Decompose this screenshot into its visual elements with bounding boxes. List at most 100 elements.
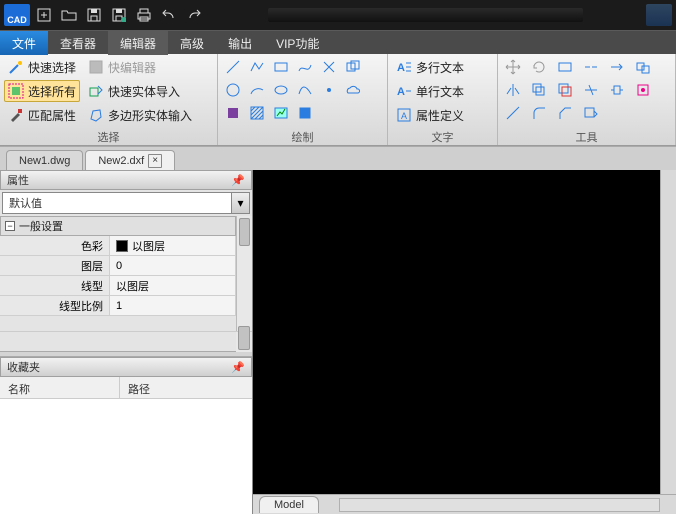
properties-title: 属性 xyxy=(7,172,29,188)
block-icon[interactable] xyxy=(294,102,316,124)
new-icon[interactable] xyxy=(33,4,55,26)
stretch-icon[interactable] xyxy=(606,79,628,101)
properties-scrollbar[interactable] xyxy=(236,216,252,331)
singletext-button[interactable]: A单行文本 xyxy=(392,80,493,102)
match-prop-button[interactable]: 匹配属性 xyxy=(4,104,80,126)
menu-editor[interactable]: 编辑器 xyxy=(108,31,168,55)
donut-icon[interactable] xyxy=(222,102,244,124)
modelspace-tab[interactable]: Model xyxy=(259,496,319,513)
prop-value[interactable]: 以图层 xyxy=(110,236,236,256)
print-icon[interactable] xyxy=(133,4,155,26)
chevron-down-icon[interactable]: ▾ xyxy=(231,193,249,213)
chamfer-icon[interactable] xyxy=(554,102,576,124)
quick-entity-import-label: 快速实体导入 xyxy=(108,83,180,100)
canvas-scrollbar-vertical[interactable] xyxy=(660,170,676,494)
attr-icon: A xyxy=(396,107,412,123)
extend-icon[interactable] xyxy=(606,56,628,78)
mtext-button[interactable]: A 多行文本 xyxy=(392,56,493,78)
attrdef-label: 属性定义 xyxy=(416,107,464,124)
favorites-columns: 名称 路径 xyxy=(0,377,252,399)
redo-icon[interactable] xyxy=(183,4,205,26)
quick-select-button[interactable]: 快速选择 xyxy=(4,56,80,78)
undo-icon[interactable] xyxy=(158,4,180,26)
pin-icon[interactable]: 📌 xyxy=(231,361,245,374)
select-all-label: 选择所有 xyxy=(28,83,76,100)
property-category-label: 一般设置 xyxy=(19,218,63,234)
ribbon-group-draw-label: 绘制 xyxy=(222,129,383,145)
arc-icon[interactable] xyxy=(246,79,268,101)
ribbon-group-tools-label: 工具 xyxy=(502,129,671,145)
cloud-icon[interactable] xyxy=(342,79,364,101)
group-icon[interactable] xyxy=(632,56,654,78)
saveas-icon[interactable] xyxy=(108,4,130,26)
hatch-icon[interactable] xyxy=(246,102,268,124)
property-category[interactable]: − 一般设置 xyxy=(0,216,236,236)
prop-value[interactable]: 1 xyxy=(110,296,236,316)
doc-tab-label: New1.dwg xyxy=(19,155,70,167)
close-icon[interactable]: × xyxy=(148,154,162,168)
menu-viewer[interactable]: 查看器 xyxy=(48,31,108,55)
rect-icon[interactable] xyxy=(270,56,292,78)
pin-icon[interactable]: 📌 xyxy=(231,174,245,187)
prop-value[interactable]: 0 xyxy=(110,256,236,276)
doc-tab[interactable]: New1.dwg xyxy=(6,150,83,170)
collapse-icon[interactable]: − xyxy=(5,221,15,231)
prop-value[interactable]: 以图层 xyxy=(110,276,236,296)
favorites-list xyxy=(0,399,252,514)
quick-select-label: 快速选择 xyxy=(28,59,76,76)
ribbon-group-text: A多行文本 A单行文本 A属性定义 文字 xyxy=(388,54,498,145)
line-2-icon[interactable] xyxy=(502,102,524,124)
polyline-icon[interactable] xyxy=(246,56,268,78)
singletext-label: 单行文本 xyxy=(416,83,464,100)
doc-tab[interactable]: New2.dxf× xyxy=(85,150,175,170)
rect-tool-icon[interactable] xyxy=(554,56,576,78)
menu-vip[interactable]: VIP功能 xyxy=(264,31,331,55)
ribbon-group-select-label: 选择 xyxy=(4,129,213,145)
ribbon-group-tools: 工具 xyxy=(498,54,676,145)
quick-editor-button[interactable]: 快编辑器 xyxy=(84,56,196,78)
menu-advanced[interactable]: 高级 xyxy=(168,31,216,55)
text-icon: A xyxy=(396,83,412,99)
block-tool-icon[interactable] xyxy=(580,102,602,124)
title-text xyxy=(268,8,583,22)
fillet-icon[interactable] xyxy=(528,102,550,124)
attrdef-button[interactable]: A属性定义 xyxy=(392,104,493,126)
point-icon[interactable] xyxy=(318,79,340,101)
save-icon[interactable] xyxy=(83,4,105,26)
freehand-icon[interactable] xyxy=(294,56,316,78)
ellipse-icon[interactable] xyxy=(270,79,292,101)
image-icon[interactable] xyxy=(270,102,292,124)
favorites-col-path[interactable]: 路径 xyxy=(120,377,158,398)
cross-icon[interactable] xyxy=(318,56,340,78)
spline-icon[interactable] xyxy=(294,79,316,101)
offset-icon[interactable] xyxy=(528,79,550,101)
select-all-button[interactable]: 选择所有 xyxy=(4,80,80,102)
brush-icon xyxy=(8,107,24,123)
ribbon-group-draw: 绘制 xyxy=(218,54,388,145)
favorites-col-name[interactable]: 名称 xyxy=(0,377,120,398)
break-icon[interactable] xyxy=(580,56,602,78)
poly-entity-input-label: 多边形实体输入 xyxy=(108,107,192,124)
dedup-icon[interactable] xyxy=(554,79,576,101)
quick-entity-import-button[interactable]: 快速实体导入 xyxy=(84,80,196,102)
poly-entity-input-button[interactable]: 多边形实体输入 xyxy=(84,104,196,126)
copy-icon[interactable] xyxy=(342,56,364,78)
open-icon[interactable] xyxy=(58,4,80,26)
line-icon[interactable] xyxy=(222,56,244,78)
canvas[interactable] xyxy=(253,170,676,494)
move-icon[interactable] xyxy=(502,56,524,78)
rotate-icon[interactable] xyxy=(528,56,550,78)
canvas-scrollbar-horizontal[interactable] xyxy=(339,498,660,512)
menu-output[interactable]: 输出 xyxy=(216,31,264,55)
property-grid: 色彩 以图层 图层 0 线型 以图层 线型比例 1 xyxy=(0,236,236,316)
circle-icon[interactable] xyxy=(222,79,244,101)
menu-file[interactable]: 文件 xyxy=(0,31,48,55)
svg-text:A: A xyxy=(397,62,405,74)
app-logo[interactable]: CAD xyxy=(4,4,30,26)
mtext-label: 多行文本 xyxy=(416,59,464,76)
tools-misc-icon[interactable] xyxy=(632,79,654,101)
properties-scrollbar-bottom[interactable] xyxy=(236,332,252,352)
mirror-icon[interactable] xyxy=(502,79,524,101)
trim-icon[interactable] xyxy=(580,79,602,101)
properties-filter-dropdown[interactable]: 默认值 ▾ xyxy=(2,192,250,214)
